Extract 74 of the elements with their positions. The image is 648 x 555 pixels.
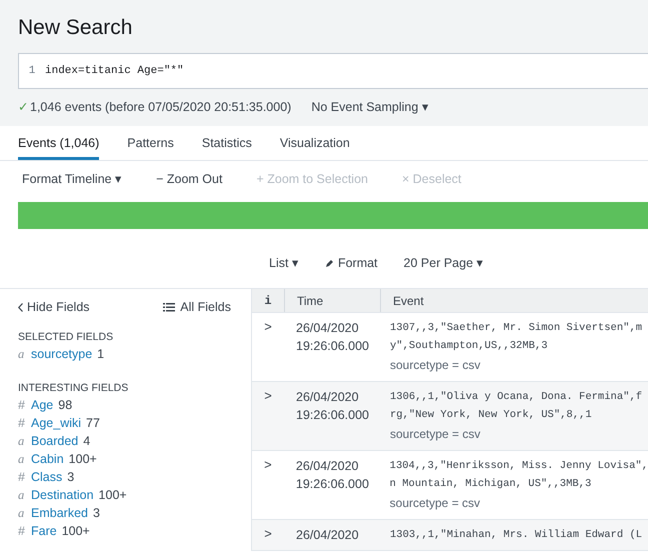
field-type-icon: # xyxy=(18,522,29,540)
field-type-icon: # xyxy=(18,396,29,414)
field-type-icon: a xyxy=(18,345,29,363)
tab[interactable]: Patterns xyxy=(127,126,174,160)
section-heading: SELECTED FIELDS xyxy=(18,330,114,345)
timestamp-text: 26/04/2020 xyxy=(296,458,360,475)
list-icon xyxy=(163,302,176,312)
field-count: 98 xyxy=(58,397,72,414)
expand-toggle[interactable]: > xyxy=(252,526,284,542)
expand-toggle[interactable]: > xyxy=(252,457,284,473)
field-link[interactable]: Embarked xyxy=(31,504,88,522)
field-count: 4 xyxy=(83,433,90,450)
page-title: New Search xyxy=(18,15,134,41)
toolbar-button[interactable]: − Zoom Out xyxy=(156,170,222,188)
view-option-button[interactable]: Format xyxy=(324,254,378,272)
check-icon: ✓ xyxy=(18,98,29,116)
view-option-button[interactable]: List ▾ xyxy=(269,254,299,272)
search-query: index=titanic Age="*" xyxy=(45,64,184,79)
field-count: 100+ xyxy=(62,523,90,540)
column-header: i xyxy=(263,292,273,310)
sampling-dropdown[interactable]: No Event Sampling ▾ xyxy=(311,98,429,116)
field-count: 3 xyxy=(92,505,100,522)
toolbar-button[interactable]: Format Timeline ▾ xyxy=(22,170,122,188)
sourcetype-field: sourcetype = csv xyxy=(390,424,648,444)
field-link[interactable]: sourcetype xyxy=(31,345,92,363)
chevron-left-icon xyxy=(18,302,23,312)
field-link[interactable]: Age_wiki xyxy=(31,414,82,432)
timestamp-text: 26/04/2020 xyxy=(296,389,360,406)
pencil-icon xyxy=(324,258,334,268)
field-type-icon: a xyxy=(18,504,29,522)
field-count: 77 xyxy=(86,415,100,432)
event-text: y",Southampton,US,,32MB,3 xyxy=(390,339,549,354)
section-heading: INTERESTING FIELDS xyxy=(18,381,130,396)
event-text: 1307,,3,"Saether, Mr. Simon Sivertsen",m xyxy=(390,321,644,336)
timestamp-text: 26/04/2020 xyxy=(296,320,360,337)
column-header: Event xyxy=(380,289,648,312)
field-link[interactable]: Cabin xyxy=(31,450,64,468)
sourcetype-field: sourcetype = csv xyxy=(390,493,648,513)
search-field[interactable]: 1 index=titanic Age="*" xyxy=(18,53,648,89)
field-count: 3 xyxy=(67,469,74,486)
event-text: 1303,,1,"Minahan, Mrs. William Edward (L xyxy=(390,528,644,543)
all-fields-link[interactable]: All Fields xyxy=(163,298,231,316)
event-text: 1304,,3,"Henriksson, Miss. Jenny Lovisa", xyxy=(390,459,648,474)
event-text: 1306,,1,"Oliva y Ocana, Dona. Fermina",f xyxy=(390,390,644,405)
tab[interactable]: Visualization xyxy=(280,126,350,160)
expand-toggle[interactable]: > xyxy=(252,319,284,335)
field-count: 1 xyxy=(97,346,104,363)
field-type-icon: a xyxy=(18,432,29,450)
sourcetype-field: sourcetype = csv xyxy=(390,355,648,375)
field-link[interactable]: Boarded xyxy=(31,432,78,450)
field-count: 100+ xyxy=(68,451,97,468)
field-link[interactable]: Fare xyxy=(31,522,57,540)
tab[interactable]: Statistics xyxy=(202,126,252,160)
field-type-icon: # xyxy=(18,414,29,432)
field-count: 100+ xyxy=(98,487,127,504)
field-link[interactable]: Destination xyxy=(31,486,94,504)
hide-fields-link[interactable]: Hide Fields xyxy=(18,298,90,316)
timestamp-text: 19:26:06.000 xyxy=(296,476,370,493)
column-header: Time xyxy=(284,289,380,312)
timestamp-text: 19:26:06.000 xyxy=(296,407,370,424)
event-text: n Mountain, Michigan, US",,3MB,3 xyxy=(390,477,592,492)
event-count: 1,046 events (before 07/05/2020 20:51:35.000) xyxy=(30,98,292,116)
view-option-button[interactable]: 20 Per Page ▾ xyxy=(404,254,484,272)
timestamp-text: 19:26:06.000 xyxy=(296,338,370,355)
line-number: 1 xyxy=(28,64,36,79)
field-type-icon: a xyxy=(18,486,29,504)
event-text: rg,"New York, New York, US",8,,1 xyxy=(390,408,593,423)
tab[interactable]: Events (1,046) xyxy=(18,126,100,160)
expand-toggle[interactable]: > xyxy=(252,388,284,404)
field-link[interactable]: Class xyxy=(31,468,62,486)
timestamp-text: 26/04/2020 xyxy=(296,527,360,544)
field-type-icon: a xyxy=(18,450,29,468)
field-link[interactable]: Age xyxy=(31,396,54,414)
field-type-icon: # xyxy=(18,468,29,486)
